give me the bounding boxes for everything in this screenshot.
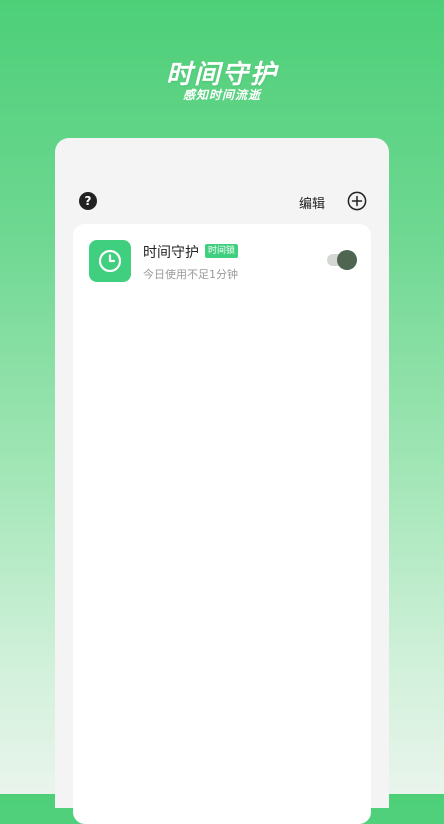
- guard-toggle[interactable]: [327, 250, 357, 270]
- item-title: 时间守护: [143, 245, 199, 261]
- clock-icon: [98, 249, 122, 273]
- page-subtitle: 感知时间流逝: [182, 88, 261, 102]
- plus-circle-icon: [347, 191, 367, 211]
- app-icon: [89, 240, 131, 282]
- toolbar: ? 编辑: [55, 190, 389, 214]
- guard-list: 时间守护 时间锁 今日使用不足1分钟: [73, 224, 371, 824]
- main-panel: ? 编辑 时间守护 时间锁 今日使用不足1分钟: [55, 138, 389, 824]
- header: 时间守护 感知时间流逝: [0, 0, 444, 140]
- list-item[interactable]: 时间守护 时间锁 今日使用不足1分钟: [89, 240, 357, 284]
- add-button[interactable]: [347, 191, 367, 211]
- item-subtitle: 今日使用不足1分钟: [143, 268, 238, 281]
- toggle-knob: [337, 250, 357, 270]
- question-icon[interactable]: ?: [79, 192, 97, 210]
- item-tag: 时间锁: [205, 244, 239, 258]
- edit-button[interactable]: 编辑: [299, 193, 325, 212]
